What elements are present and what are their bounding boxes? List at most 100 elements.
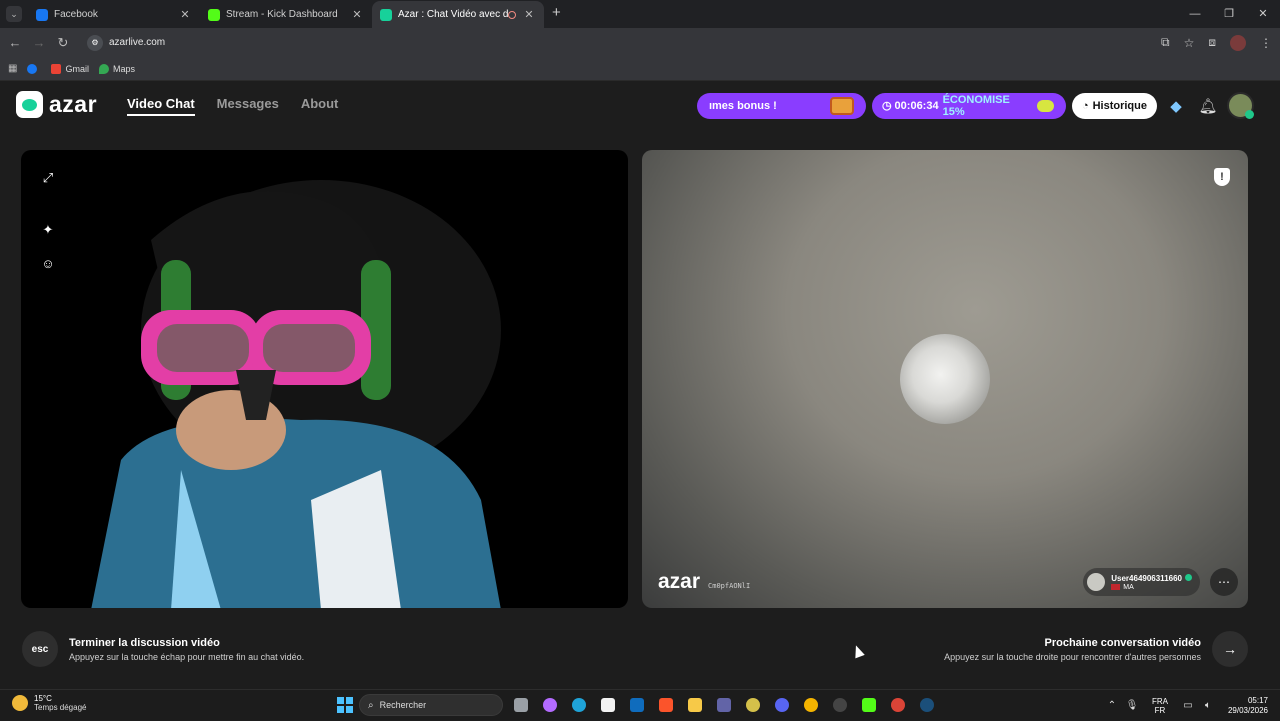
gem-shop-icon[interactable]: ◆ (1163, 97, 1189, 115)
tab-kick-dashboard[interactable]: Stream - Kick Dashboard ✕ (200, 1, 372, 28)
toolbar-actions: ⧉ ☆ ⧈ ⋮ (1161, 28, 1272, 57)
discord-icon[interactable] (770, 694, 793, 716)
address-bar: ← → ↻ ⚙ azarlive.com ⧉ ☆ ⧈ ⋮ (0, 28, 1280, 57)
header-actions: ımes bonus ! ◷ 00:06:34 ÉCONOMISE 15% ◔ … (696, 92, 1254, 119)
store-icon[interactable] (596, 694, 619, 716)
end-chat-button[interactable]: esc (22, 631, 58, 667)
edge-icon[interactable] (567, 694, 590, 716)
magic-wand-icon[interactable]: ✦ (40, 222, 56, 238)
obs-icon[interactable] (828, 694, 851, 716)
next-chat-arrow-icon[interactable]: → (1212, 631, 1248, 667)
taskbar-search[interactable]: ⌕ Rechercher (359, 694, 503, 716)
remote-video-feed: ! azar Cm0pfAONlI User464906311660 MA ⋯ (642, 150, 1248, 608)
tab-close-icon[interactable]: ✕ (350, 8, 364, 21)
user-avatar[interactable] (1227, 92, 1254, 119)
bookmark-gmail[interactable]: Gmail (51, 63, 89, 74)
task-view-icon[interactable] (509, 694, 532, 716)
facebook-icon (27, 63, 38, 74)
azar-logo-icon (16, 91, 43, 118)
new-tab-button[interactable]: + (552, 4, 561, 21)
azar-logo[interactable]: azar (16, 91, 97, 118)
report-shield-icon[interactable]: ! (1214, 168, 1230, 186)
recording-indicator-icon (508, 10, 516, 19)
online-status-icon (1245, 110, 1254, 119)
kick-app-icon[interactable] (857, 694, 880, 716)
sticker-face-icon[interactable]: ☺ (40, 256, 56, 272)
savings-label: ÉCONOMISE 15% (942, 93, 1010, 118)
chevron-up-icon[interactable]: ⌃ (1102, 700, 1122, 711)
reload-icon[interactable]: ↻ (51, 35, 75, 51)
brave-icon[interactable] (654, 694, 677, 716)
tab-close-icon[interactable]: ✕ (178, 8, 192, 21)
tab-azar[interactable]: Azar : Chat Vidéo avec de n ✕ (372, 1, 544, 28)
peer-country: MA (1123, 583, 1134, 591)
menu-kebab-icon[interactable]: ⋮ (1260, 36, 1272, 50)
profile-avatar-icon[interactable] (1230, 34, 1246, 51)
end-chat-control: esc Terminer la discussion vidéo Appuyez… (22, 631, 304, 667)
microphone-icon[interactable]: 🎙︎ (1122, 700, 1142, 711)
steam-icon[interactable] (915, 694, 938, 716)
notification-bell-icon[interactable]: 🔔︎ (1195, 97, 1221, 115)
browser-tab-strip: ⌄ Facebook ✕ Stream - Kick Dashboard ✕ A… (0, 0, 1280, 28)
next-chat-hint: Appuyez sur la touche droite pour rencon… (944, 651, 1201, 662)
file-explorer-icon[interactable] (683, 694, 706, 716)
site-info-icon[interactable]: ⚙ (87, 34, 103, 51)
back-icon[interactable]: ← (3, 35, 27, 50)
restore-icon[interactable]: ❐ (1212, 0, 1246, 28)
search-icon: ⌕ (368, 699, 374, 711)
tab-search-dropdown[interactable]: ⌄ (6, 6, 22, 22)
language-code: FRA (1151, 696, 1168, 706)
forward-icon[interactable]: → (27, 35, 51, 50)
history-button[interactable]: ◔ Historique (1071, 92, 1157, 119)
bookmark-facebook[interactable] (27, 63, 41, 74)
end-chat-hint: Appuyez sur la touche échap pour mettre … (69, 651, 305, 662)
close-window-icon[interactable]: ✕ (1246, 0, 1280, 28)
minimize-icon[interactable]: — (1178, 0, 1212, 28)
chrome-icon[interactable] (799, 694, 822, 716)
cast-icon[interactable]: ⧉ (1161, 35, 1170, 50)
main-nav: Video Chat Messages About (127, 96, 338, 116)
tab-title: Stream - Kick Dashboard (226, 9, 338, 20)
bookmark-maps[interactable]: Maps (98, 63, 135, 74)
watermark-code: Cm0pfAONlI (708, 582, 751, 590)
nav-messages[interactable]: Messages (217, 96, 279, 116)
peer-avatar (1087, 573, 1106, 591)
app-icon[interactable] (741, 694, 764, 716)
taskbar-apps: ⌕ Rechercher (337, 694, 938, 716)
weather-widget[interactable]: 15°C Temps dégagé (12, 694, 86, 712)
system-clock[interactable]: 05:17 29/03/2026 (1228, 696, 1268, 716)
kick-favicon-icon (208, 8, 220, 21)
peer-username: User464906311660 (1111, 573, 1182, 583)
extensions-icon[interactable]: ⧈ (1208, 35, 1216, 50)
url-field[interactable]: ⚙ azarlive.com (87, 34, 166, 51)
copilot-icon[interactable] (538, 694, 561, 716)
teams-icon[interactable] (712, 694, 735, 716)
chat-bubble-icon[interactable]: ⋯ (1210, 568, 1238, 596)
promo-timer[interactable]: ◷ 00:06:34 ÉCONOMISE 15% (871, 92, 1066, 119)
next-chat-title: Prochaine conversation vidéo (1044, 636, 1202, 649)
bonus-banner[interactable]: ımes bonus ! (696, 92, 866, 119)
peer-user-chip[interactable]: User464906311660 MA (1083, 568, 1200, 596)
outlook-icon[interactable] (625, 694, 648, 716)
maps-icon (98, 63, 109, 74)
fullscreen-toggle-icon[interactable]: ⤢ (40, 170, 56, 186)
nav-video-chat[interactable]: Video Chat (127, 96, 195, 116)
apps-grid-icon[interactable]: ▦ (8, 63, 17, 74)
weather-temp: 15°C (34, 694, 52, 703)
windows-start-icon[interactable] (337, 697, 353, 713)
nav-about[interactable]: About (301, 96, 339, 116)
system-tray: ⌃ 🎙︎ FRA FR ▭ 🔈︎ 05:17 29/03/2026 (1102, 690, 1280, 721)
tab-facebook[interactable]: Facebook ✕ (28, 1, 200, 28)
tab-title: Facebook (54, 9, 98, 20)
tab-close-icon[interactable]: ✕ (522, 8, 536, 21)
azar-favicon-icon (380, 8, 392, 21)
history-clock-icon: ◔ (1081, 99, 1089, 112)
bookmark-star-icon[interactable]: ☆ (1184, 36, 1195, 50)
network-icon[interactable]: ▭ (1178, 700, 1198, 711)
chrome-profile-icon[interactable] (886, 694, 909, 716)
volume-icon[interactable]: 🔈︎ (1198, 700, 1218, 711)
facebook-favicon-icon (36, 8, 48, 21)
bookmarks-bar: ▦ Gmail Maps (0, 57, 1280, 81)
language-indicator[interactable]: FRA FR (1152, 697, 1168, 715)
url-text: azarlive.com (109, 37, 166, 48)
